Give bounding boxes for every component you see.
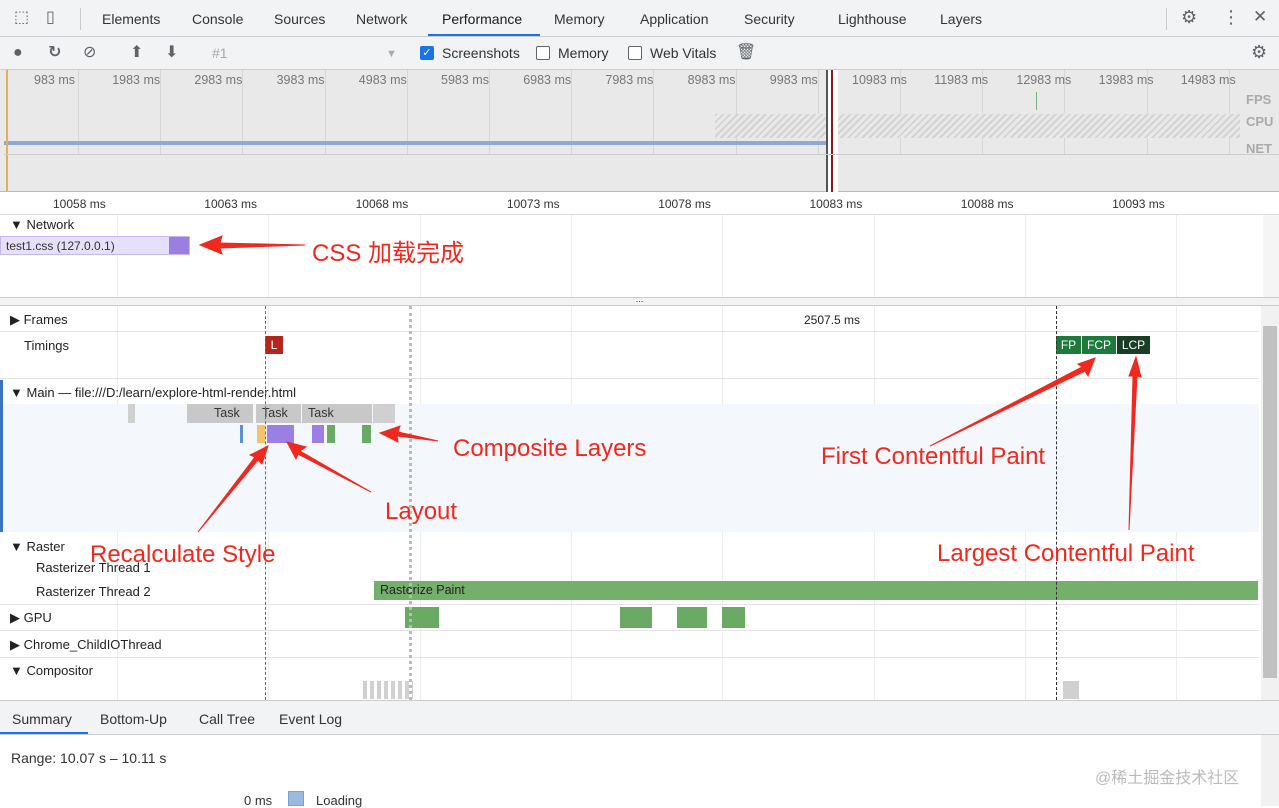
- arrow-layout: [286, 441, 372, 493]
- tab-call-tree[interactable]: Call Tree: [199, 711, 255, 727]
- annotation-layout: Layout: [385, 498, 458, 525]
- annotation-arrows: [197, 235, 1142, 533]
- watermark: @稀土掘金技术社区: [1095, 770, 1240, 787]
- tab-summary[interactable]: Summary: [12, 711, 72, 727]
- loading-swatch: [288, 791, 304, 806]
- annotation-recalculate-style: Recalculate Style: [90, 541, 276, 568]
- arrow-lcp: [1128, 355, 1142, 531]
- annotation-composite-layers: Composite Layers: [453, 435, 647, 462]
- arrow-recalc: [197, 445, 269, 533]
- arrow-css: [198, 235, 306, 255]
- annotation-css-loaded: CSS 加载完成: [312, 240, 465, 267]
- bottom-tab-bar: [0, 700, 1279, 735]
- arrow-fcp: [929, 357, 1096, 447]
- arrow-composite: [378, 425, 439, 443]
- active-bottom-tab-indicator: [0, 732, 88, 734]
- summary-range: Range: 10.07 s – 10.11 s: [11, 750, 167, 766]
- tab-bottom-up[interactable]: Bottom-Up: [100, 711, 167, 727]
- tab-event-log[interactable]: Event Log: [279, 711, 342, 727]
- annotation-fcp: First Contentful Paint: [821, 443, 1046, 470]
- summary-scrollbar[interactable]: [1261, 735, 1279, 806]
- annotation-lcp: Largest Contentful Paint: [937, 540, 1195, 567]
